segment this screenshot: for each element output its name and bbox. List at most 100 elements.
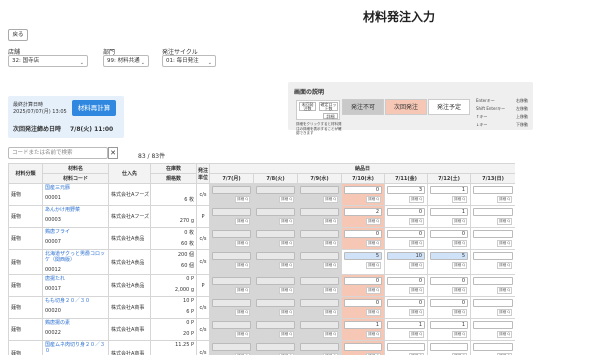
order-cell[interactable]: 0 詳細 Q (384, 227, 428, 250)
order-quantity-input[interactable] (212, 343, 251, 351)
detail-link[interactable]: 詳細 Q (323, 218, 338, 225)
detail-link[interactable]: 詳細 Q (452, 287, 467, 294)
material-name-link[interactable]: 唐揚たれ (45, 276, 106, 282)
order-cell[interactable]: 詳細 Q (209, 318, 254, 341)
order-quantity-input[interactable] (473, 343, 514, 351)
recalc-button[interactable]: 材料再計算 (72, 100, 116, 116)
order-quantity-input[interactable] (256, 208, 295, 216)
order-cell[interactable]: 1 詳細 Q (427, 183, 471, 206)
detail-link[interactable]: 詳細 Q (279, 331, 294, 338)
order-cell[interactable]: 5 詳細 Q (341, 249, 385, 275)
detail-link[interactable]: 詳細 Q (497, 240, 513, 247)
detail-link[interactable]: 詳細 Q (279, 218, 294, 225)
order-quantity-input[interactable]: 0 (387, 299, 425, 307)
order-cell[interactable]: 詳細 Q (253, 340, 298, 355)
order-quantity-input[interactable]: 10 (387, 252, 425, 260)
order-quantity-input[interactable] (300, 343, 339, 351)
order-quantity-input[interactable] (212, 321, 251, 329)
order-cell[interactable]: 詳細 Q (384, 340, 428, 355)
order-quantity-input[interactable]: 5 (430, 252, 468, 260)
detail-link[interactable]: 詳細 Q (279, 309, 294, 316)
back-button[interactable]: 戻る (8, 29, 28, 41)
order-cell[interactable]: 0 詳細 Q (384, 205, 428, 228)
order-quantity-input[interactable] (256, 252, 295, 260)
order-quantity-input[interactable]: 1 (430, 186, 468, 194)
detail-link[interactable]: 詳細 Q (279, 287, 294, 294)
close-icon[interactable]: ✕ (108, 147, 118, 159)
order-cell[interactable]: 1 詳細 Q (341, 318, 385, 341)
detail-link[interactable]: 詳細 Q (497, 218, 513, 225)
order-quantity-input[interactable] (473, 186, 514, 194)
order-quantity-input[interactable] (300, 299, 339, 307)
order-cell[interactable]: 10 詳細 Q (384, 249, 428, 275)
detail-link[interactable]: 詳細 Q (497, 262, 513, 269)
detail-link[interactable]: 詳細 Q (409, 287, 424, 294)
material-name-link[interactable]: 鶏唐揚の素 (45, 320, 106, 326)
detail-link[interactable]: 詳細 Q (366, 262, 381, 269)
detail-link[interactable]: 詳細 Q (235, 309, 250, 316)
stock-input[interactable]: 0 P (153, 276, 194, 284)
detail-link[interactable]: 詳細 Q (323, 240, 338, 247)
order-quantity-input[interactable]: 0 (430, 277, 468, 285)
order-cell[interactable]: 5 詳細 Q (427, 249, 471, 275)
detail-link[interactable]: 詳細 Q (235, 218, 250, 225)
detail-link[interactable]: 詳細 Q (366, 309, 381, 316)
order-cell[interactable]: 詳細 Q (209, 296, 254, 319)
order-cell[interactable]: 詳細 Q (297, 249, 342, 275)
order-quantity-input[interactable]: 0 (387, 208, 425, 216)
order-quantity-input[interactable]: 0 (344, 186, 382, 194)
material-name-link[interactable]: 鶏唐フライ (45, 229, 106, 235)
order-quantity-input[interactable] (300, 230, 339, 238)
detail-link[interactable]: 詳細 Q (235, 287, 250, 294)
detail-link[interactable]: 詳細 Q (452, 309, 467, 316)
stock-input[interactable] (153, 185, 194, 193)
order-cell[interactable]: 詳細 Q (297, 340, 342, 355)
detail-link[interactable]: 詳細 Q (323, 331, 338, 338)
detail-link[interactable]: 詳細 Q (366, 287, 381, 294)
order-cell[interactable]: 0 詳細 Q (427, 296, 471, 319)
order-cell[interactable]: 0 詳細 Q (341, 227, 385, 250)
material-name-link[interactable]: もも切身２０／３０ (45, 298, 106, 304)
order-quantity-input[interactable]: 0 (344, 230, 382, 238)
order-cell[interactable]: 詳細 Q (297, 318, 342, 341)
order-quantity-input[interactable]: 1 (430, 208, 468, 216)
order-cell[interactable]: 詳細 Q (469, 249, 515, 275)
detail-link[interactable]: 詳細 Q (366, 196, 381, 203)
order-cell[interactable]: 詳細 Q (469, 274, 515, 297)
order-cell[interactable]: 詳細 Q (209, 249, 254, 275)
order-quantity-input[interactable] (473, 277, 514, 285)
order-quantity-input[interactable]: 0 (430, 230, 468, 238)
detail-link[interactable]: 詳細 Q (279, 196, 294, 203)
stock-input[interactable]: 10 P (153, 298, 194, 306)
order-cell[interactable]: 詳細 Q (209, 205, 254, 228)
order-cell[interactable]: 0 詳細 Q (427, 227, 471, 250)
order-cell[interactable]: 0 詳細 Q (341, 296, 385, 319)
order-quantity-input[interactable] (473, 321, 514, 329)
order-cell[interactable]: 3 詳細 Q (384, 183, 428, 206)
order-cell[interactable]: 詳細 Q (209, 227, 254, 250)
order-cell[interactable]: 詳細 Q (253, 274, 298, 297)
detail-link[interactable]: 詳細 Q (323, 309, 338, 316)
order-quantity-input[interactable] (212, 230, 251, 238)
order-cell[interactable]: 詳細 Q (253, 249, 298, 275)
order-quantity-input[interactable]: 1 (430, 321, 468, 329)
detail-link[interactable]: 詳細 Q (409, 262, 424, 269)
detail-link[interactable]: 詳細 Q (279, 262, 294, 269)
order-quantity-input[interactable] (344, 343, 382, 351)
detail-link[interactable]: 詳細 Q (452, 240, 467, 247)
order-quantity-input[interactable] (300, 208, 339, 216)
detail-link[interactable]: 詳細 Q (323, 262, 338, 269)
material-name-link[interactable]: 国産ムネ肉切り身２０／３０ (45, 342, 106, 354)
stock-input[interactable]: 0 枚 (153, 229, 194, 237)
detail-link[interactable]: 詳細 Q (452, 262, 467, 269)
detail-link[interactable]: 詳細 Q (497, 309, 513, 316)
order-cell[interactable]: 詳細 Q (253, 296, 298, 319)
detail-link[interactable]: 詳細 Q (497, 196, 513, 203)
store-select[interactable]: 32: 国寺店 ⌄ (8, 55, 88, 67)
order-quantity-input[interactable] (256, 277, 295, 285)
stock-input[interactable]: 200 個 (153, 251, 194, 259)
order-quantity-input[interactable]: 1 (344, 321, 382, 329)
order-quantity-input[interactable] (212, 208, 251, 216)
order-quantity-input[interactable] (212, 186, 251, 194)
order-cell[interactable]: 詳細 Q (469, 318, 515, 341)
